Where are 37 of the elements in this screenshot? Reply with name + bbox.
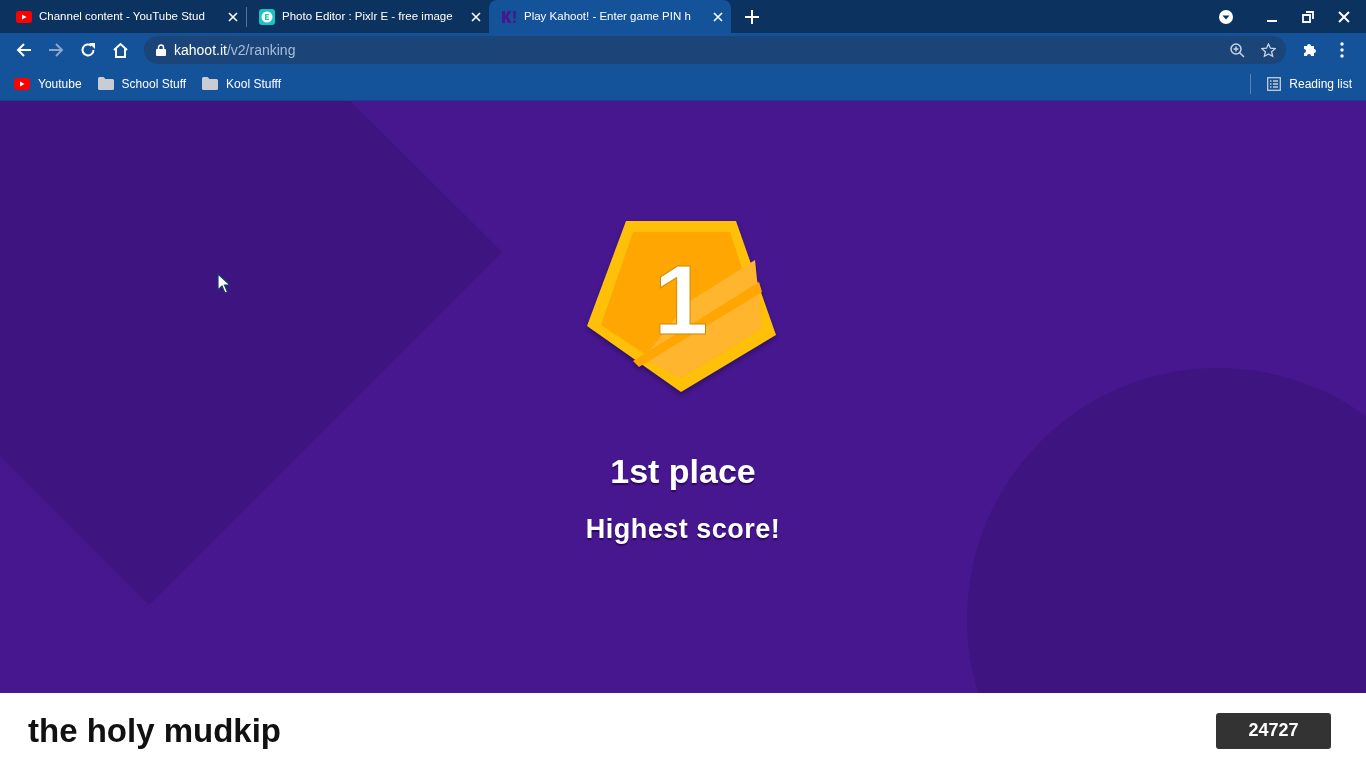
youtube-icon (16, 10, 32, 23)
browser-tab[interactable]: Play Kahoot! - Enter game PIN h (489, 0, 731, 33)
tab-search-icon[interactable] (1218, 8, 1234, 25)
lock-icon (156, 44, 166, 56)
close-icon[interactable] (1338, 10, 1350, 23)
kahoot-icon (501, 8, 517, 25)
kebab-menu-icon (1340, 42, 1344, 58)
cursor-icon (217, 273, 231, 294)
address-bar[interactable]: kahoot.it/v2/ranking (144, 36, 1286, 64)
home-icon (111, 42, 129, 58)
star-icon[interactable] (1261, 42, 1276, 58)
new-tab-icon[interactable] (745, 9, 759, 24)
reload-icon (80, 42, 96, 58)
close-icon[interactable] (228, 11, 238, 22)
list-icon (1267, 76, 1282, 91)
url-text: kahoot.it/v2/ranking (174, 40, 297, 60)
folder-icon (202, 77, 219, 90)
player-name: the holy mudkip (28, 710, 281, 751)
bookmark[interactable]: Youtube (14, 74, 82, 93)
bookmark[interactable]: School Stuff (97, 74, 187, 93)
reading-list-button[interactable]: Reading list (1267, 74, 1352, 93)
forward-arrow-icon (48, 42, 64, 58)
puzzle-icon (1302, 42, 1318, 58)
zoom-icon[interactable] (1230, 42, 1245, 58)
bookmark[interactable]: Kool Stufff (202, 74, 282, 93)
close-icon[interactable] (471, 11, 481, 22)
back-arrow-icon (16, 42, 32, 58)
score-message: Highest score! (585, 513, 781, 546)
close-icon[interactable] (713, 11, 723, 22)
youtube-icon (14, 77, 30, 90)
score-display: 24727 (1216, 712, 1331, 749)
pixlr-icon (259, 8, 275, 25)
folder-icon (97, 77, 114, 90)
place-title: 1st place (610, 451, 756, 492)
restore-icon[interactable] (1302, 10, 1314, 23)
browser-tab[interactable]: Photo Editor : Pixlr E - free image (247, 0, 489, 33)
browser-tab[interactable]: Channel content - YouTube Stud (4, 0, 246, 33)
